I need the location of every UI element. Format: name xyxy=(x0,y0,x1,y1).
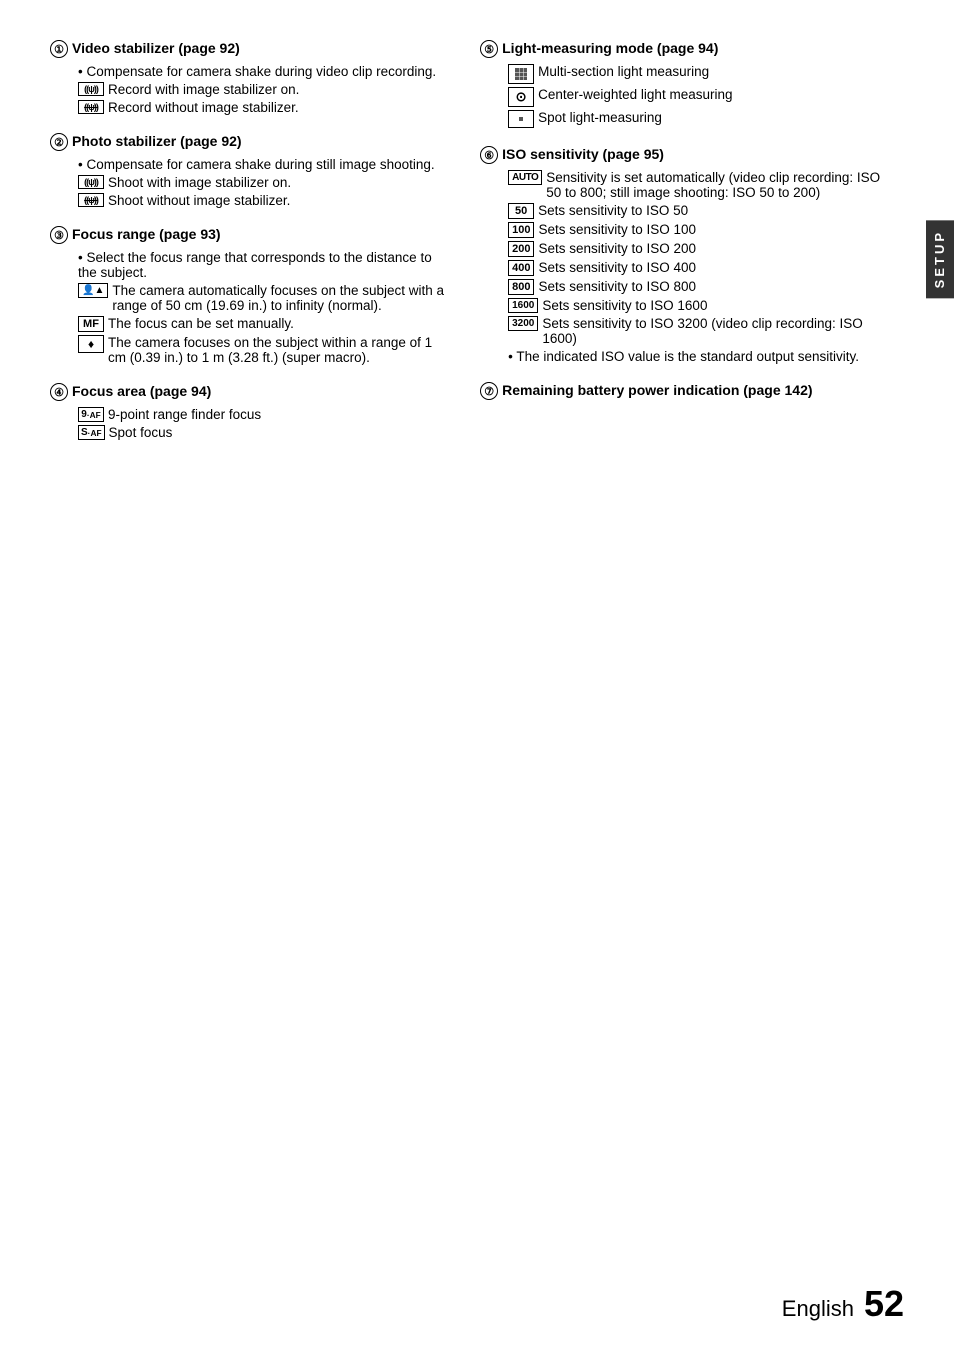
iso-800-icon: 800 xyxy=(508,279,534,295)
icon-item-video-on: ((ψ)) Record with image stabilizer on. xyxy=(78,82,450,97)
icon-item-spot-light: Spot light-measuring xyxy=(508,110,890,128)
page-footer: English 52 xyxy=(782,1283,904,1325)
icon-item-iso-3200: 3200 Sets sensitivity to ISO 3200 (video… xyxy=(508,316,890,346)
section-iso-sensitivity: ⑥ ISO sensitivity (page 95) AUTO Sensiti… xyxy=(480,146,890,364)
section-num-2: ② xyxy=(50,133,68,151)
icon-item-9af: 9·AF 9-point range finder focus xyxy=(78,407,450,422)
icon-item-focus-macro: ♦ The camera focuses on the subject with… xyxy=(78,335,450,365)
section-num-5: ⑤ xyxy=(480,40,498,58)
icon-item-focus-mf: MF The focus can be set manually. xyxy=(78,316,450,332)
grid-svg xyxy=(514,67,528,81)
icon-item-saf: S·AF Spot focus xyxy=(78,425,450,440)
icon-item-photo-on: ((ψ)) Shoot with image stabilizer on. xyxy=(78,175,450,190)
multi-section-light-icon xyxy=(508,64,534,84)
icon-item-iso-1600: 1600 Sets sensitivity to ISO 1600 xyxy=(508,298,890,313)
bullet-iso-note: • The indicated ISO value is the standar… xyxy=(508,349,890,364)
section-num-4: ④ xyxy=(50,383,68,401)
focus-saf-icon: S·AF xyxy=(78,425,105,440)
icon-item-iso-800: 800 Sets sensitivity to ISO 800 xyxy=(508,279,890,295)
page: ① Video stabilizer (page 92) • Compensat… xyxy=(0,0,954,1345)
icon-item-center-light: ⊙ Center-weighted light measuring xyxy=(508,87,890,107)
iso-50-icon: 50 xyxy=(508,203,534,219)
iso-3200-icon: 3200 xyxy=(508,316,538,331)
spot-light-icon xyxy=(508,110,534,128)
section-num-7: ⑦ xyxy=(480,382,498,400)
section-battery: ⑦ Remaining battery power indication (pa… xyxy=(480,382,890,402)
section-num-1: ① xyxy=(50,40,68,58)
section-focus-range: ③ Focus range (page 93) • Select the foc… xyxy=(50,226,450,365)
section-title-2: Photo stabilizer (page 92) xyxy=(72,133,242,149)
iso-1600-icon: 1600 xyxy=(508,298,538,313)
icon-item-iso-200: 200 Sets sensitivity to ISO 200 xyxy=(508,241,890,257)
center-weighted-light-icon: ⊙ xyxy=(508,87,534,107)
icon-item-iso-50: 50 Sets sensitivity to ISO 50 xyxy=(508,203,890,219)
photo-stabilizer-off-icon: ((ψ)) xyxy=(78,193,104,207)
section-title-7: Remaining battery power indication (page… xyxy=(502,382,812,398)
right-column: ⑤ Light-measuring mode (page 94) xyxy=(470,40,890,1305)
icon-item-focus-auto: 👤▲ The camera automatically focuses on t… xyxy=(78,283,450,313)
section-video-stabilizer: ① Video stabilizer (page 92) • Compensat… xyxy=(50,40,450,115)
footer-english-label: English xyxy=(782,1296,854,1322)
section-title-1: Video stabilizer (page 92) xyxy=(72,40,240,56)
section-photo-stabilizer: ② Photo stabilizer (page 92) • Compensat… xyxy=(50,133,450,208)
video-stabilizer-on-icon: ((ψ)) xyxy=(78,82,104,96)
focus-9af-icon: 9·AF xyxy=(78,407,104,422)
icon-item-multi-light: Multi-section light measuring xyxy=(508,64,890,84)
icon-item-photo-off: ((ψ)) Shoot without image stabilizer. xyxy=(78,193,450,208)
section-num-6: ⑥ xyxy=(480,146,498,164)
icon-item-video-off: ((ψ)) Record without image stabilizer. xyxy=(78,100,450,115)
section-title-6: ISO sensitivity (page 95) xyxy=(502,146,664,162)
section-num-3: ③ xyxy=(50,226,68,244)
bullet-focus-1: • Select the focus range that correspond… xyxy=(78,250,450,280)
setup-sidebar-tab: SETUP xyxy=(926,220,954,298)
spot-svg xyxy=(514,112,528,126)
section-focus-area: ④ Focus area (page 94) 9·AF 9-point rang… xyxy=(50,383,450,440)
iso-200-icon: 200 xyxy=(508,241,534,257)
bullet-video-1: • Compensate for camera shake during vid… xyxy=(78,64,450,79)
section-title-4: Focus area (page 94) xyxy=(72,383,211,399)
icon-item-iso-100: 100 Sets sensitivity to ISO 100 xyxy=(508,222,890,238)
footer-page-number: 52 xyxy=(864,1283,904,1325)
focus-macro-icon: ♦ xyxy=(78,335,104,353)
main-content: ① Video stabilizer (page 92) • Compensat… xyxy=(0,0,920,1345)
video-stabilizer-off-icon: ((ψ)) xyxy=(78,100,104,114)
focus-mf-icon: MF xyxy=(78,316,104,332)
bullet-photo-1: • Compensate for camera shake during sti… xyxy=(78,157,450,172)
left-column: ① Video stabilizer (page 92) • Compensat… xyxy=(50,40,470,1305)
section-light-measuring: ⑤ Light-measuring mode (page 94) xyxy=(480,40,890,128)
photo-stabilizer-on-icon: ((ψ)) xyxy=(78,175,104,189)
icon-item-iso-400: 400 Sets sensitivity to ISO 400 xyxy=(508,260,890,276)
icon-item-iso-auto: AUTO Sensitivity is set automatically (v… xyxy=(508,170,890,200)
focus-auto-icon: 👤▲ xyxy=(78,283,108,298)
section-title-3: Focus range (page 93) xyxy=(72,226,221,242)
iso-auto-icon: AUTO xyxy=(508,170,542,185)
iso-400-icon: 400 xyxy=(508,260,534,276)
iso-100-icon: 100 xyxy=(508,222,534,238)
section-title-5: Light-measuring mode (page 94) xyxy=(502,40,718,56)
